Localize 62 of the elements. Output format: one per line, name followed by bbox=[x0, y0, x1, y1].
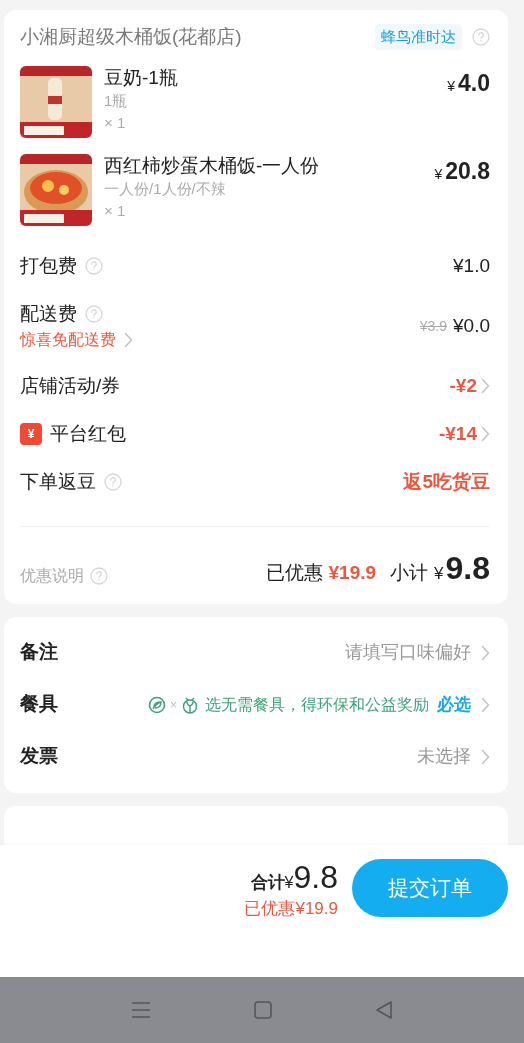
delivery-badge: 蜂鸟准时达 bbox=[375, 23, 462, 51]
item-name: 豆奶-1瓶 bbox=[104, 66, 179, 90]
discount-amount: ¥19.9 bbox=[328, 561, 377, 585]
subtotal-label: 小计 bbox=[390, 561, 429, 585]
option-label: 备注 bbox=[20, 640, 58, 665]
original-price: ¥3.9 bbox=[419, 316, 447, 336]
option-row[interactable]: 餐具 × 选无需餐具，得环保和公益奖励 必选 bbox=[20, 678, 490, 731]
currency-symbol: ¥ bbox=[284, 874, 294, 893]
help-icon[interactable] bbox=[472, 28, 490, 46]
fee-value: 返5吃货豆 bbox=[403, 469, 490, 494]
chevron-icon bbox=[481, 426, 490, 442]
help-icon[interactable] bbox=[90, 566, 108, 585]
required-tag: 必选 bbox=[437, 691, 471, 718]
fee-label: 店铺活动/券 bbox=[20, 373, 121, 398]
currency-symbol: ¥ bbox=[447, 77, 455, 96]
store-name: 小湘厨超级木桶饭(花都店) bbox=[20, 24, 242, 49]
option-value: 请填写口味偏好 bbox=[345, 641, 471, 664]
chevron-icon bbox=[124, 332, 133, 349]
help-icon[interactable] bbox=[85, 305, 103, 323]
option-label: 餐具 bbox=[20, 692, 58, 717]
times-sign: × bbox=[170, 696, 177, 714]
item-quantity: × 1 bbox=[104, 113, 127, 133]
option-row[interactable]: 发票 未选择 bbox=[20, 730, 490, 783]
currency-symbol: ¥ bbox=[434, 165, 443, 184]
chevron-icon bbox=[481, 644, 490, 661]
fee-label: 配送费 bbox=[20, 301, 77, 326]
coupon-icon: ¥ bbox=[20, 423, 42, 445]
fee-value: -¥2 bbox=[449, 373, 477, 398]
total-discount: 已优惠¥19.9 bbox=[244, 897, 338, 920]
fee-label: 打包费 bbox=[20, 253, 77, 278]
item-price: 20.8 bbox=[445, 157, 490, 186]
item-quantity: × 1 bbox=[104, 201, 127, 221]
item-name: 西红柿炒蛋木桶饭-一人份 bbox=[104, 154, 321, 178]
fee-label: 平台红包 bbox=[50, 421, 126, 446]
fee-value: ¥1.0 bbox=[453, 253, 490, 278]
item-spec: 一人份/1人份/不辣 bbox=[104, 179, 227, 199]
free-delivery-link[interactable]: 惊喜免配送费 bbox=[20, 328, 133, 353]
home-icon[interactable] bbox=[254, 1001, 272, 1019]
chevron-icon bbox=[481, 378, 490, 394]
menu-icon[interactable] bbox=[131, 1001, 152, 1019]
total-amount: 9.8 bbox=[293, 859, 338, 895]
chevron-icon bbox=[481, 748, 490, 765]
eco-hint: 选无需餐具，得环保和公益奖励 bbox=[205, 694, 429, 715]
currency-symbol: ¥ bbox=[434, 563, 444, 585]
back-icon[interactable] bbox=[374, 1001, 393, 1019]
fee-label: 下单返豆 bbox=[20, 469, 96, 494]
item-price: 4.0 bbox=[458, 69, 490, 98]
chevron-icon bbox=[481, 696, 490, 713]
item-spec: 1瓶 bbox=[104, 91, 129, 111]
total-label: 合计 bbox=[250, 872, 285, 894]
sprout-icon bbox=[181, 695, 199, 714]
leaf-icon bbox=[148, 695, 166, 714]
help-icon[interactable] bbox=[85, 257, 103, 275]
option-label: 发票 bbox=[20, 744, 58, 769]
option-value: 未选择 bbox=[417, 745, 471, 768]
option-row[interactable]: 备注 请填写口味偏好 bbox=[20, 626, 490, 679]
discount-note: 优惠说明 bbox=[20, 565, 84, 586]
help-icon[interactable] bbox=[104, 473, 122, 491]
fee-value: -¥14 bbox=[438, 421, 477, 446]
fee-value: ¥0.0 bbox=[453, 313, 490, 338]
subtotal-amount: 9.8 bbox=[445, 551, 490, 585]
discount-label: 已优惠 bbox=[265, 561, 323, 585]
